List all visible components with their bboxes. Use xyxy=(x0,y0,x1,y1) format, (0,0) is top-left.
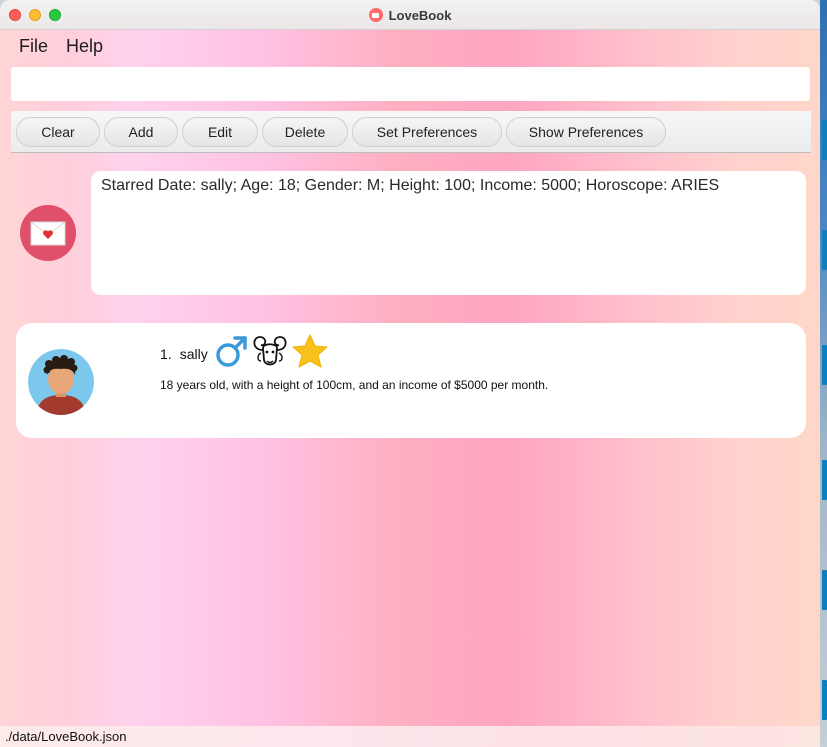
add-button[interactable]: Add xyxy=(104,116,178,147)
date-index: 1. xyxy=(160,346,172,362)
delete-button[interactable]: Delete xyxy=(262,116,348,147)
person-avatar xyxy=(28,349,94,415)
menu-bar: File Help xyxy=(0,30,820,62)
set-preferences-button[interactable]: Set Preferences xyxy=(352,116,502,147)
date-card[interactable]: 1. sally 18 years old, with a height of … xyxy=(16,323,806,438)
aries-ram-icon xyxy=(250,333,290,376)
save-file-path: ./data/LoveBook.json xyxy=(5,729,127,744)
window-title: LoveBook xyxy=(388,7,452,23)
result-display-area: Starred Date: sally; Age: 18; Gender: M;… xyxy=(0,163,820,305)
status-bar: ./data/LoveBook.json xyxy=(0,726,820,747)
date-name: sally xyxy=(179,346,208,362)
title-bar: LoveBook xyxy=(0,0,820,30)
male-symbol-icon xyxy=(212,333,250,376)
star-icon xyxy=(290,333,330,376)
date-list-empty-area xyxy=(11,444,811,713)
result-display: Starred Date: sally; Age: 18; Gender: M;… xyxy=(91,171,806,295)
window-title-group: LoveBook xyxy=(0,0,820,30)
desktop-edge xyxy=(820,0,827,747)
result-message: Starred Date: sally; Age: 18; Gender: M;… xyxy=(101,177,720,194)
toolbar: Clear Add Edit Delete Set Preferences Sh… xyxy=(11,111,811,153)
date-card-title: 1. sally xyxy=(160,334,330,371)
menu-file[interactable]: File xyxy=(19,36,48,57)
app-icon xyxy=(368,8,383,22)
show-preferences-button[interactable]: Show Preferences xyxy=(506,116,666,147)
clear-button[interactable]: Clear xyxy=(16,116,100,147)
app-window: LoveBook File Help Clear Add Edit Delete… xyxy=(0,0,820,747)
menu-help[interactable]: Help xyxy=(66,36,103,57)
date-description: 18 years old, with a height of 100cm, an… xyxy=(160,378,549,392)
command-input[interactable] xyxy=(11,67,810,101)
command-box xyxy=(11,67,810,101)
love-letter-icon xyxy=(20,205,76,261)
edit-button[interactable]: Edit xyxy=(182,116,258,147)
